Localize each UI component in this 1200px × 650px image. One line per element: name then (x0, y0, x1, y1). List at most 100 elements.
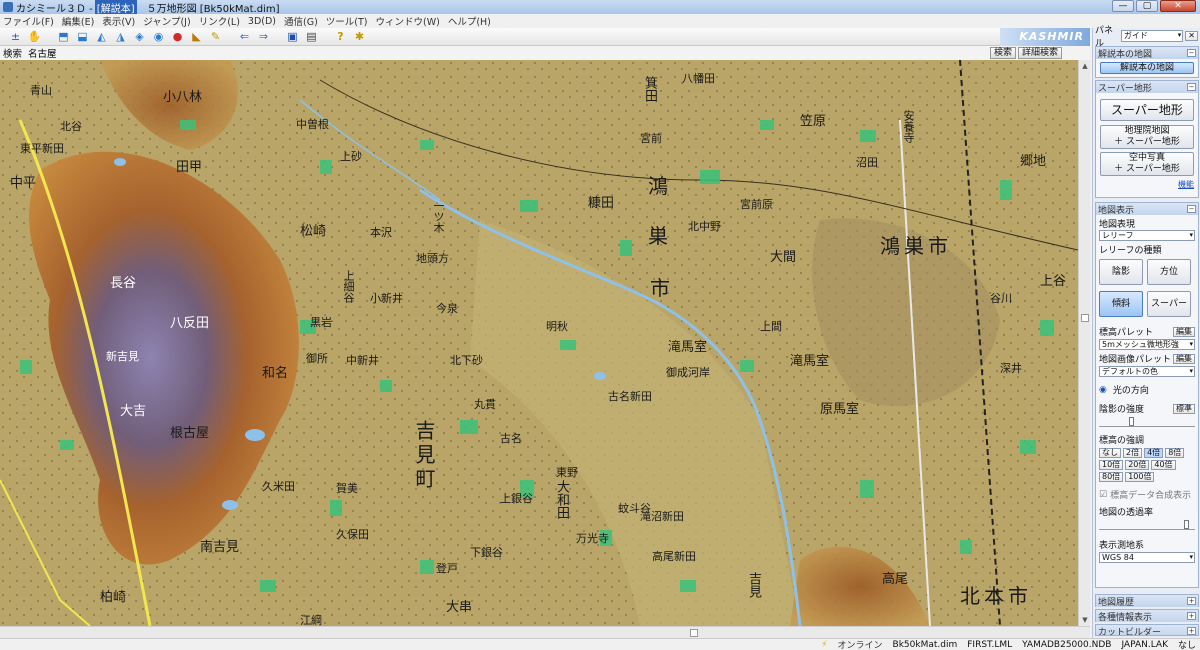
gps-icon[interactable]: ▣ (285, 29, 300, 44)
map-label: 原馬室 (820, 402, 860, 417)
cut-builder-section[interactable]: カットビルダー + (1095, 624, 1199, 636)
menu-file[interactable]: ファイル(F) (3, 14, 54, 28)
forward-arrow-icon[interactable]: ⇒ (256, 29, 271, 44)
exag-40x-button[interactable]: 40倍 (1151, 460, 1176, 470)
map-label: 安養寺 (902, 110, 915, 143)
map-vertical-scrollbar[interactable]: ▲ ▼ (1078, 60, 1090, 626)
collapse-icon[interactable]: − (1187, 205, 1196, 213)
ruler-icon[interactable]: ◣ (189, 29, 204, 44)
collapse-icon[interactable]: − (1187, 83, 1196, 91)
pencil-icon[interactable]: ✎ (208, 29, 223, 44)
exag-100x-button[interactable]: 100倍 (1125, 472, 1155, 482)
map-label: 北谷 (60, 120, 82, 133)
shade-strength-slider[interactable] (1099, 417, 1195, 427)
map-expression-select[interactable]: レリーフ (1099, 230, 1195, 241)
shade-button[interactable]: 陰影 (1099, 259, 1143, 285)
expand-icon[interactable]: + (1187, 597, 1196, 605)
super-terrain-button[interactable]: スーパー地形 (1100, 99, 1194, 121)
menu-3d[interactable]: 3D(D) (248, 16, 276, 27)
image-palette-select[interactable]: デフォルトの色 (1099, 366, 1195, 377)
map-view[interactable]: 青山 北谷 東平新田 中平 小八林 田甲 松崎 中曽根 上砂 本沢 一ツ木 地頭… (0, 60, 1078, 626)
map-label: 田甲 (176, 160, 203, 175)
help-icon[interactable]: ? (333, 29, 348, 44)
map-label: 黒岩 (310, 316, 332, 329)
slider-thumb[interactable] (1184, 520, 1189, 529)
slope-button[interactable]: 傾斜 (1099, 291, 1143, 317)
shade-standard-button[interactable]: 標準 (1173, 403, 1195, 414)
datum-select[interactable]: WGS 84 (1099, 552, 1195, 563)
status-lml-file: FIRST.LML (967, 639, 1013, 650)
image-palette-edit-button[interactable]: 編集 (1173, 353, 1195, 364)
map-history-title: 地図履歴 (1098, 597, 1135, 608)
app-name: カシミール３Ｄ - (16, 3, 93, 15)
map-a-icon[interactable]: ◭ (94, 29, 109, 44)
close-button[interactable]: ✕ (1160, 0, 1196, 12)
exag-2x-button[interactable]: 2倍 (1123, 448, 1143, 458)
search-button[interactable]: 検索 (990, 47, 1017, 59)
exag-10x-button[interactable]: 10倍 (1099, 460, 1124, 470)
menu-help[interactable]: ヘルプ(H) (448, 14, 491, 28)
collapse-icon[interactable]: − (1187, 49, 1196, 57)
pin-icon[interactable]: ● (170, 29, 185, 44)
map-label: 大間 (770, 250, 797, 265)
map-label: 東平新田 (20, 142, 64, 155)
map-b-icon[interactable]: ◮ (113, 29, 128, 44)
expand-icon[interactable]: + (1187, 627, 1196, 635)
menu-comm[interactable]: 通信(G) (284, 14, 318, 28)
phone-icon[interactable]: ▤ (304, 29, 319, 44)
help-link[interactable]: 機能 (1178, 180, 1194, 189)
open-icon[interactable]: ⬒ (56, 29, 71, 44)
star-icon[interactable]: ✱ (352, 29, 367, 44)
map-d-icon[interactable]: ◉ (151, 29, 166, 44)
map-horizontal-scrollbar[interactable] (0, 626, 1090, 638)
expand-icon[interactable]: + (1187, 612, 1196, 620)
exag-8x-button[interactable]: 8倍 (1165, 448, 1185, 458)
hand-icon[interactable]: ✋ (27, 29, 42, 44)
menu-view[interactable]: 表示(V) (102, 14, 135, 28)
panel-close-icon[interactable]: ✕ (1185, 31, 1198, 41)
map-label: 北本市 (960, 584, 1032, 608)
gsi-super-terrain-button[interactable]: 地理院地図 ＋ スーパー地形 (1100, 125, 1194, 149)
map-label: 高尾新田 (652, 550, 696, 563)
light-direction-radio[interactable]: ◉ (1099, 385, 1107, 395)
synth-checkbox[interactable]: ☑ (1099, 490, 1107, 500)
menu-link[interactable]: リンク(L) (199, 14, 240, 28)
exag-80x-button[interactable]: 80倍 (1099, 472, 1124, 482)
direction-button[interactable]: 方位 (1147, 259, 1191, 285)
super-button[interactable]: スーパー (1147, 291, 1191, 317)
topographic-map[interactable] (0, 60, 1078, 626)
scroll-up-icon[interactable]: ▲ (1079, 60, 1091, 72)
save-icon[interactable]: ⬓ (75, 29, 90, 44)
scroll-down-icon[interactable]: ▼ (1079, 614, 1091, 626)
exag-none-button[interactable]: なし (1099, 448, 1121, 458)
maximize-button[interactable]: ▢ (1136, 0, 1158, 12)
app-icon[interactable] (3, 2, 13, 12)
menu-edit[interactable]: 編集(E) (62, 14, 94, 28)
elev-palette-select[interactable]: 5mメッシュ微地形強 (1099, 339, 1195, 350)
detail-search-button[interactable]: 詳細検索 (1018, 47, 1063, 59)
slider-thumb[interactable] (1129, 417, 1134, 426)
menu-tools[interactable]: ツール(T) (326, 14, 368, 28)
minimize-button[interactable]: — (1112, 0, 1134, 12)
search-input[interactable] (28, 47, 989, 59)
menu-window[interactable]: ウィンドウ(W) (376, 14, 440, 28)
exag-4x-button[interactable]: 4倍 (1144, 448, 1164, 458)
map-label: 小新井 (370, 292, 403, 305)
menu-jump[interactable]: ジャンプ(J) (143, 14, 190, 28)
info-section[interactable]: 各種情報表示 + (1095, 609, 1199, 623)
photo-super-terrain-button[interactable]: 空中写真 ＋ スーパー地形 (1100, 152, 1194, 176)
guide-book-map-button[interactable]: 解説本の地図 (1100, 62, 1194, 74)
opacity-slider[interactable] (1099, 520, 1195, 530)
map-c-icon[interactable]: ◈ (132, 29, 147, 44)
map-label: 鴻 (648, 174, 672, 198)
light-direction-label: 光の方向 (1112, 386, 1149, 396)
horizontal-scroll-thumb[interactable] (690, 629, 698, 637)
panel-selector[interactable]: ガイド (1120, 30, 1184, 42)
map-expression-label: 地図表現 (1099, 220, 1136, 230)
vertical-scroll-thumb[interactable] (1081, 314, 1089, 322)
elev-palette-edit-button[interactable]: 編集 (1173, 326, 1195, 337)
exag-20x-button[interactable]: 20倍 (1125, 460, 1150, 470)
jump-icon[interactable]: ± (8, 29, 23, 44)
map-history-section[interactable]: 地図履歴 + (1095, 594, 1199, 608)
back-arrow-icon[interactable]: ⇐ (237, 29, 252, 44)
